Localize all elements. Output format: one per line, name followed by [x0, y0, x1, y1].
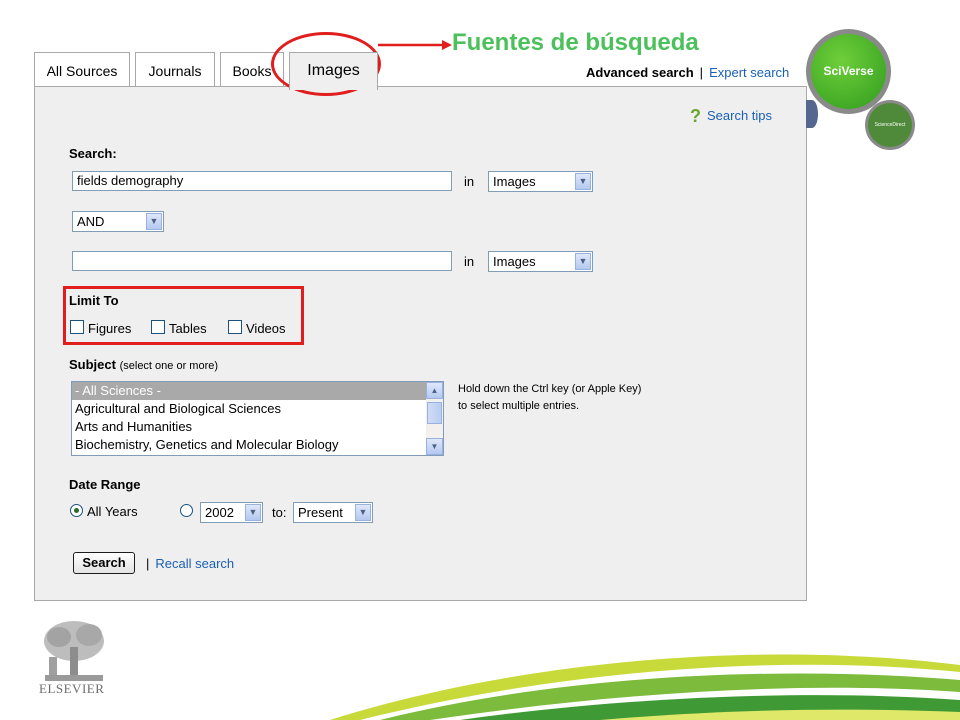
link-separator: | — [699, 65, 704, 80]
search-term-2-input[interactable] — [72, 251, 452, 271]
from-year-select[interactable]: 2002 ▼ — [200, 502, 263, 523]
question-icon: ? — [690, 106, 701, 126]
source-select-1[interactable]: Images ▼ — [488, 171, 593, 192]
search-label: Search: — [69, 146, 117, 161]
radio-icon[interactable] — [180, 504, 193, 517]
tab-all-sources[interactable]: All Sources — [34, 52, 130, 88]
chevron-down-icon[interactable]: ▼ — [245, 504, 261, 521]
from-year-value: 2002 — [205, 505, 234, 520]
sciencedirect-logo-text: ScienceDirect — [868, 103, 912, 147]
listbox-scrollbar[interactable]: ▲ ▼ — [426, 382, 443, 455]
search-tips-link[interactable]: ? Search tips — [690, 106, 772, 127]
limit-to-highlight — [63, 286, 304, 345]
recall-search-link[interactable]: Recall search — [155, 556, 234, 571]
chevron-down-icon[interactable]: ▼ — [146, 213, 162, 230]
advanced-search-label: Advanced search — [586, 65, 694, 80]
boolean-operator-value: AND — [77, 214, 105, 229]
radio-selected-icon[interactable] — [70, 504, 83, 517]
to-year-value: Present — [298, 505, 343, 520]
expert-search-link[interactable]: Expert search — [709, 65, 789, 80]
to-year-select[interactable]: Present ▼ — [293, 502, 373, 523]
search-button[interactable]: Search — [73, 552, 135, 574]
source-select-2-value: Images — [493, 254, 536, 269]
sciencedirect-logo: ScienceDirect — [865, 100, 915, 150]
chevron-down-icon[interactable]: ▼ — [426, 438, 443, 455]
sciverse-logo-text: SciVerse — [811, 34, 886, 109]
subject-note: (select one or more) — [119, 360, 219, 372]
to-label: to: — [272, 505, 287, 520]
boolean-operator-select[interactable]: AND ▼ — [72, 211, 164, 232]
decorative-swoosh — [330, 654, 960, 720]
search-tips-label[interactable]: Search tips — [707, 108, 772, 123]
all-years-radio[interactable]: All Years — [70, 504, 138, 519]
subject-option[interactable]: Agricultural and Biological Sciences — [72, 400, 443, 418]
all-years-label: All Years — [87, 504, 138, 519]
search-mode-links: Advanced search | Expert search — [586, 65, 789, 80]
chevron-down-icon[interactable]: ▼ — [575, 173, 591, 190]
subject-listbox[interactable]: - All Sciences - Agricultural and Biolog… — [71, 381, 444, 456]
multi-select-hint: Hold down the Ctrl key (or Apple Key) to… — [458, 381, 641, 415]
subject-option[interactable]: - All Sciences - — [72, 382, 443, 400]
source-select-2[interactable]: Images ▼ — [488, 251, 593, 272]
annotation-title: Fuentes de búsqueda — [452, 29, 699, 56]
in-label-1: in — [464, 174, 475, 189]
source-select-1-value: Images — [493, 174, 536, 189]
sciverse-logo: SciVerse — [806, 29, 891, 114]
search-term-1-input[interactable]: fields demography — [72, 171, 452, 191]
subject-option[interactable]: Arts and Humanities — [72, 418, 443, 436]
action-separator: | — [146, 556, 150, 571]
tab-images[interactable]: Images — [289, 52, 378, 90]
recall-search-group: | Recall search — [146, 556, 234, 571]
annotation-arrow — [378, 40, 452, 50]
subject-option[interactable]: Biochemistry, Genetics and Molecular Bio… — [72, 436, 443, 454]
chevron-up-icon[interactable]: ▲ — [426, 382, 443, 399]
scrollbar-thumb[interactable] — [427, 402, 442, 424]
subject-title: Subject — [69, 357, 116, 372]
subject-label: Subject (select one or more) — [69, 357, 218, 372]
hint-line-1: Hold down the Ctrl key (or Apple Key) — [458, 383, 642, 395]
decorative-dot — [806, 100, 818, 128]
tab-journals[interactable]: Journals — [135, 52, 215, 88]
year-range-radio[interactable] — [180, 504, 197, 519]
chevron-down-icon[interactable]: ▼ — [575, 253, 591, 270]
hint-line-2: to select multiple entries. — [458, 400, 580, 412]
chevron-down-icon[interactable]: ▼ — [355, 504, 371, 521]
in-label-2: in — [464, 254, 475, 269]
date-range-label: Date Range — [69, 477, 141, 492]
